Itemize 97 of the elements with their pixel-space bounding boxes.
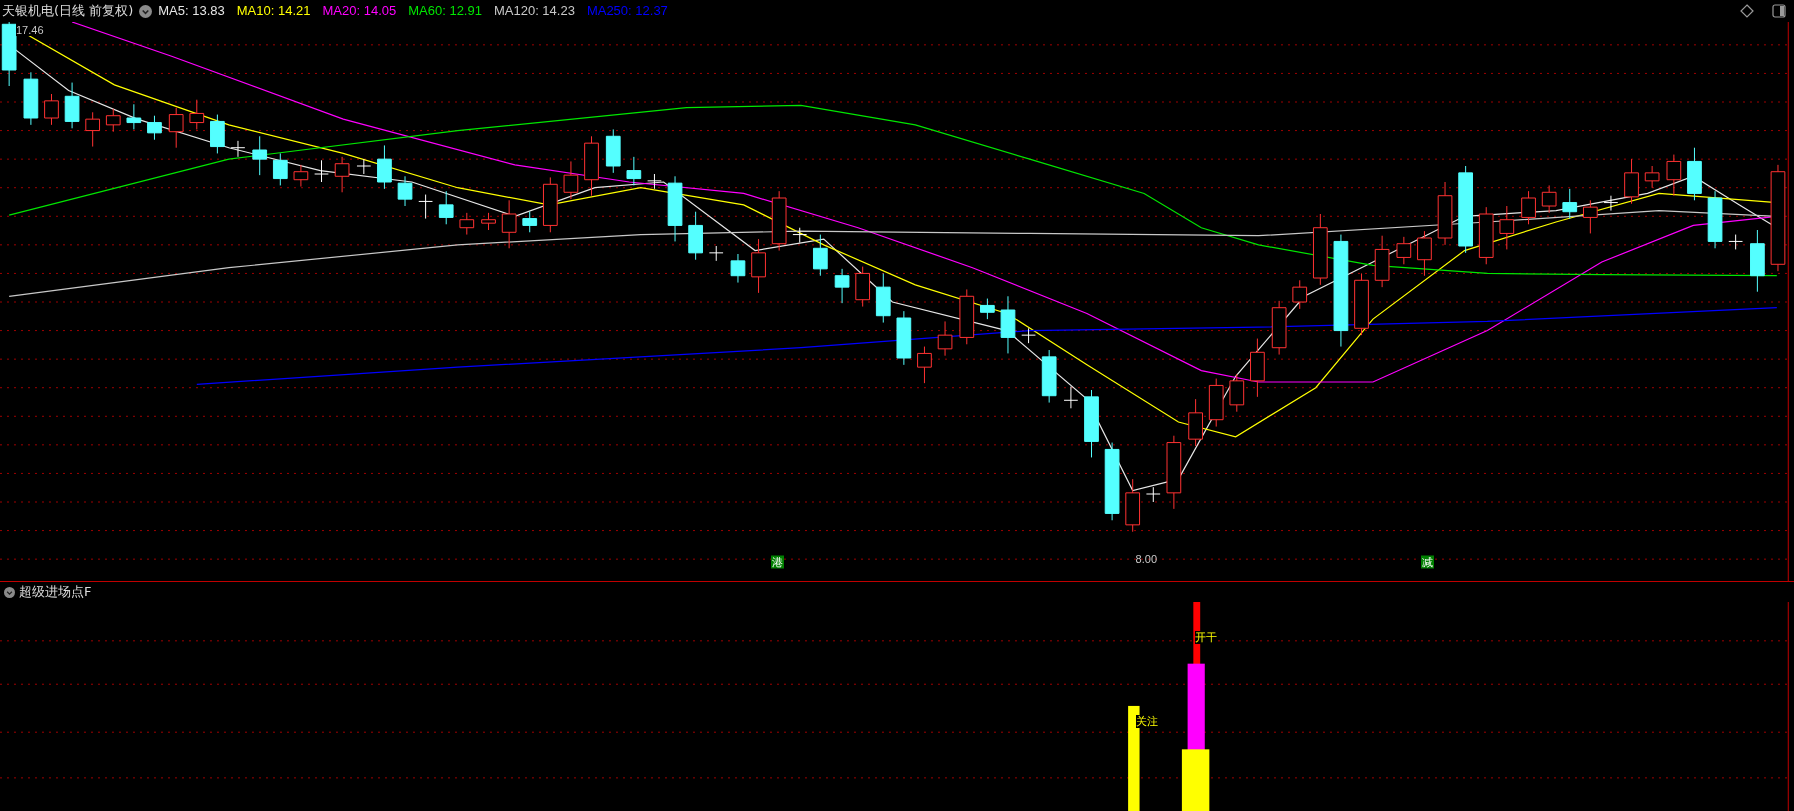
- candlestick: [1603, 195, 1619, 212]
- moving-average-value: MA250: 12.37: [586, 2, 668, 21]
- candlestick: [522, 211, 538, 233]
- candlestick: [688, 211, 703, 261]
- moving-average-value: MA120: 14.23: [493, 2, 575, 21]
- candlestick: [834, 268, 850, 304]
- candlestick: [1521, 190, 1536, 225]
- candlestick: [418, 194, 433, 220]
- candlestick: [356, 158, 372, 175]
- candlestick: [334, 156, 350, 193]
- candlestick: [626, 156, 642, 186]
- candlestick: [1562, 188, 1578, 220]
- low-price-label: 8.00: [1135, 551, 1157, 567]
- candlestick: [1396, 236, 1412, 265]
- candlestick: [1021, 327, 1036, 344]
- candlestick: [105, 108, 121, 133]
- candlestick: [542, 176, 558, 233]
- candlestick: [605, 128, 621, 174]
- candlestick: [64, 82, 80, 129]
- candlestick: [875, 272, 891, 324]
- candlestick: [1271, 300, 1287, 356]
- candlestick: [314, 159, 329, 183]
- candlestick: [1417, 230, 1432, 277]
- candlestick: [1229, 373, 1245, 413]
- candlestick: [1208, 378, 1224, 428]
- candlestick: [44, 93, 59, 126]
- candlestick: [1125, 478, 1141, 533]
- candlestick: [1583, 199, 1598, 234]
- high-price-label: 17.46: [16, 24, 44, 36]
- candlestick: [563, 160, 579, 200]
- candlestick: [917, 346, 932, 384]
- candlestick: [708, 245, 724, 262]
- signal-label: 开干: [1194, 631, 1217, 645]
- candlestick: [1437, 181, 1453, 246]
- candlestick: [1541, 184, 1557, 214]
- candlestick: [23, 71, 39, 126]
- candlestick: [1354, 272, 1369, 336]
- signal-tag: 港: [771, 555, 785, 569]
- candlestick: [667, 175, 683, 242]
- candlestick: [1000, 295, 1016, 354]
- candlestick: [272, 152, 288, 186]
- indicator-name: 超级进场点F: [19, 583, 92, 602]
- candlestick: [501, 199, 517, 249]
- chart-title: 天银机电(日线 前复权): [2, 2, 134, 21]
- candlestick: [813, 234, 828, 277]
- candlestick: [1687, 147, 1702, 201]
- candlestick: [377, 144, 392, 190]
- moving-average-value: MA20: 14.05: [322, 2, 397, 21]
- dropdown-icon[interactable]: [139, 4, 153, 18]
- candlestick: [937, 320, 953, 357]
- candlestick: [168, 107, 184, 149]
- candlestick: [647, 173, 662, 190]
- candlestick: [584, 135, 599, 197]
- candlestick: [896, 310, 912, 366]
- candlestick: [85, 111, 101, 148]
- candlestick: [1750, 229, 1765, 293]
- diamond-icon[interactable]: [1740, 4, 1754, 18]
- candlestick: [293, 164, 309, 188]
- moving-average-value: MA5: 13.83: [158, 2, 225, 21]
- candlestick: [1666, 154, 1682, 197]
- candlestick: [1624, 158, 1639, 205]
- candlestick: [1644, 165, 1660, 189]
- candlestick: [980, 298, 995, 320]
- candlestick: [855, 266, 871, 308]
- moving-average-value: MA10: 14.21: [236, 2, 311, 21]
- moving-average-value: MA60: 12.91: [408, 2, 482, 21]
- candlestick: [230, 140, 246, 158]
- candlestick: [1188, 398, 1203, 447]
- candlestick: [730, 253, 746, 284]
- candlestick: [210, 114, 225, 154]
- candlestick: [397, 175, 413, 207]
- candlestick: [1374, 235, 1390, 288]
- candlestick: [1063, 386, 1079, 409]
- candlestick: [1728, 234, 1743, 250]
- candlestick: [1250, 338, 1265, 398]
- candlestick: [959, 288, 975, 345]
- candlestick: [1084, 389, 1099, 458]
- panel-toggle-icon[interactable]: [1772, 4, 1786, 18]
- candlestick: [1499, 205, 1515, 250]
- candlestick: [147, 115, 162, 141]
- candlestick: [1478, 206, 1494, 265]
- candlestick: [459, 212, 475, 236]
- candlestick: [189, 99, 205, 130]
- candlestick: [1292, 279, 1308, 310]
- candlestick: [438, 190, 454, 225]
- candlestick: [481, 212, 496, 231]
- candlestick: [1041, 349, 1057, 404]
- candlestick: [751, 238, 766, 294]
- candlestick: [1145, 486, 1161, 503]
- candlestick: [792, 227, 808, 244]
- candlestick: [1707, 190, 1723, 249]
- dropdown-icon[interactable]: [4, 586, 15, 598]
- candlestick: [252, 135, 268, 176]
- signal-tag: 减: [1420, 555, 1434, 569]
- candlestick: [771, 190, 787, 252]
- candlestick: [126, 103, 142, 130]
- candlestick: [1, 22, 17, 87]
